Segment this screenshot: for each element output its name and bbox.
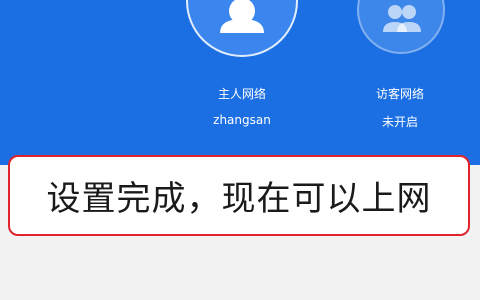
banner-text: 设置完成，现在可以上网 bbox=[46, 179, 432, 219]
host-network-user: zhangsan bbox=[213, 113, 271, 127]
network-header: 主人网络 zhangsan 访客网络 未开启 bbox=[0, 0, 480, 165]
user-icon bbox=[220, 0, 264, 33]
host-network-label: 主人网络 bbox=[217, 87, 266, 101]
guest-network-button[interactable] bbox=[357, 0, 445, 54]
setup-complete-banner: 设置完成，现在可以上网 bbox=[8, 155, 470, 236]
guest-network-label: 访客网络 bbox=[375, 87, 424, 101]
guest-network-status: 未开启 bbox=[381, 115, 418, 129]
host-network-button[interactable] bbox=[186, 0, 298, 57]
users-icon bbox=[383, 5, 421, 32]
